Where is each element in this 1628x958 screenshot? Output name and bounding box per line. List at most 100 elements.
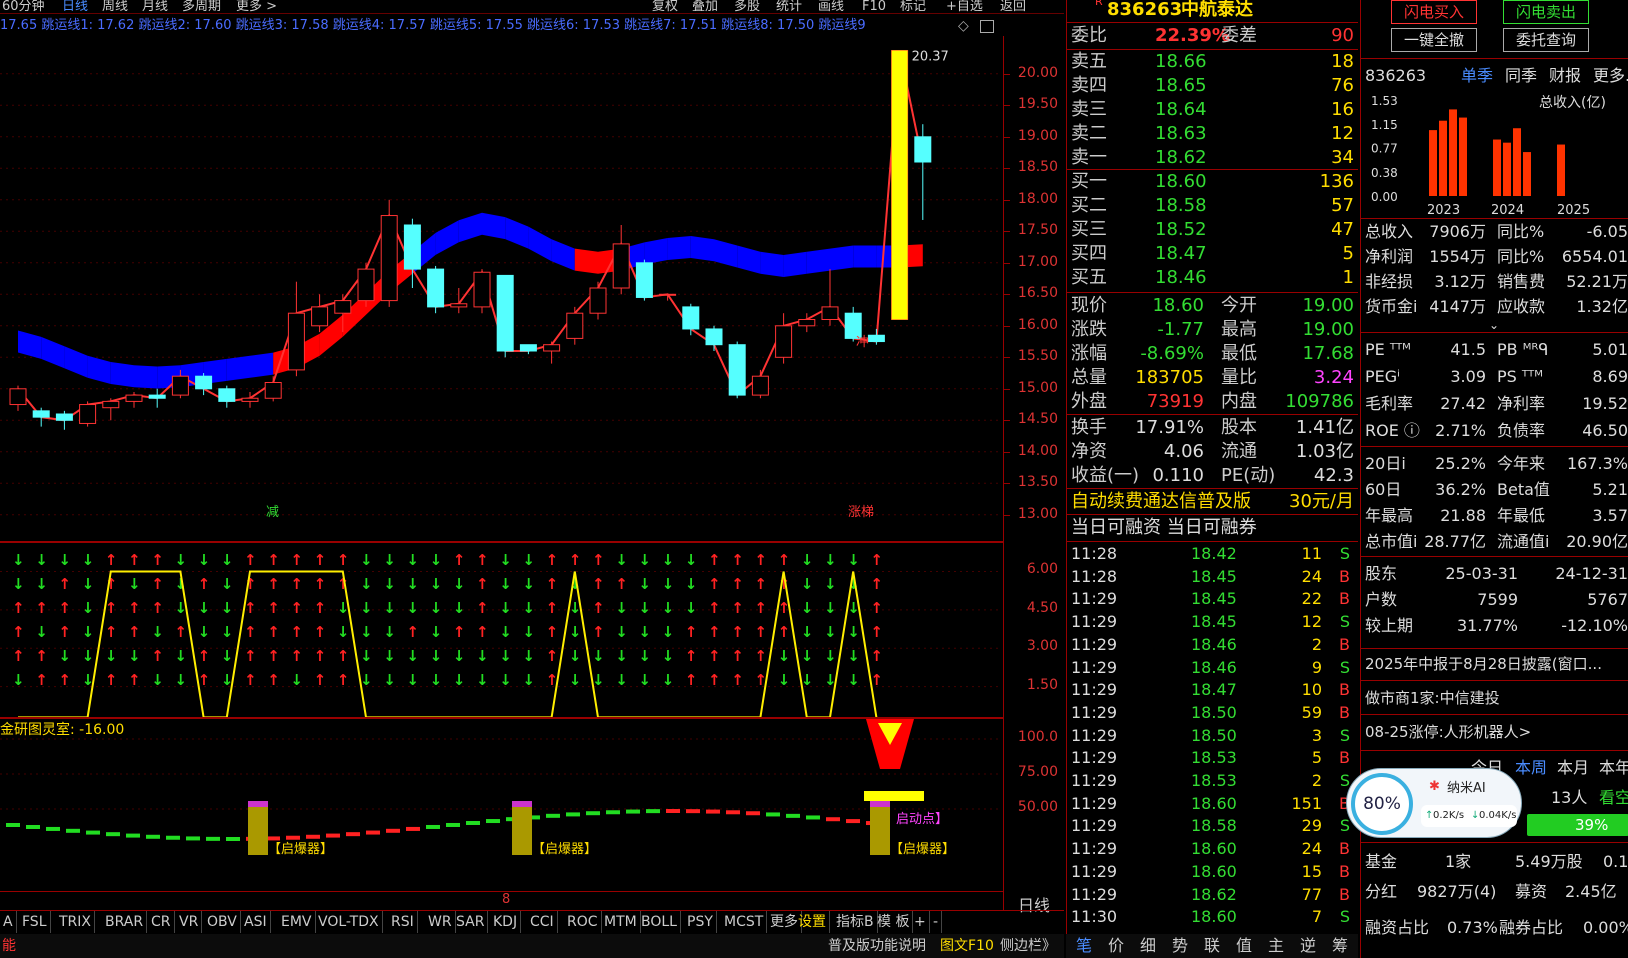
- up-arrow-icon: ↑: [406, 623, 419, 641]
- back-button[interactable]: 返回: [1000, 0, 1026, 13]
- bid-label: 买五: [1071, 267, 1107, 288]
- indicator-tab[interactable]: ASI: [241, 911, 271, 933]
- up-arrow-icon: ↑: [708, 575, 721, 593]
- indicator-tab[interactable]: VR: [176, 911, 203, 933]
- news-item-1[interactable]: 2025年中报于8月28日披露(窗口...: [1365, 652, 1628, 676]
- indicator-tab[interactable]: EMV: [278, 911, 316, 933]
- quote-tab[interactable]: 笔: [1076, 934, 1092, 958]
- indicator-tab[interactable]: OBV: [204, 911, 241, 933]
- quote-tab[interactable]: 联: [1204, 934, 1220, 958]
- lab-indicator-pane[interactable]: 【启爆器】 【启爆器】 【启爆器】 启动点】 金研图灵室: -16.00: [0, 718, 1004, 892]
- quote-tab[interactable]: 主: [1268, 934, 1284, 958]
- huaxian-button[interactable]: 画线: [818, 0, 844, 13]
- indicator-tab[interactable]: VOL-TDX: [315, 911, 383, 933]
- period-week[interactable]: 周线: [102, 0, 128, 13]
- sidebar-toggle[interactable]: 侧边栏》: [1000, 934, 1056, 958]
- indicator-tab[interactable]: FSL: [19, 911, 51, 933]
- expand-chevron-icon[interactable]: ⌄: [1489, 318, 1499, 332]
- indicator-tab[interactable]: 模 板: [874, 911, 914, 933]
- indicator-tab[interactable]: WR: [425, 911, 456, 933]
- indicator-tab[interactable]: CCI: [527, 911, 558, 933]
- indicator-tab[interactable]: MCST: [721, 911, 768, 933]
- help-link[interactable]: 普及版功能说明: [828, 934, 926, 958]
- indicator-tab[interactable]: TRIX: [56, 911, 95, 933]
- network-speed-widget[interactable]: 80% ✱ 纳米AI ↑ 0.2K/s ↓ 0.04K/s: [1346, 768, 1522, 838]
- up-arrow-icon: ↑: [12, 647, 25, 665]
- down-arrow-icon: ↓: [174, 551, 187, 569]
- tick-price: 18.60: [1191, 861, 1237, 881]
- period-this-year[interactable]: 本年: [1599, 756, 1628, 780]
- indicator-tab[interactable]: BOLL: [638, 911, 681, 933]
- revenue-year-label: 2023: [1427, 203, 1460, 218]
- period-multi[interactable]: 多周期: [182, 0, 221, 13]
- indicator-tab[interactable]: 指标B: [833, 911, 878, 933]
- period-day[interactable]: 日线: [62, 0, 88, 13]
- tab-danji[interactable]: 单季: [1461, 64, 1493, 88]
- kline-pane[interactable]: 20.37 减 涨梯 冲: [0, 36, 1004, 542]
- down-arrow-icon: ↓: [360, 623, 373, 641]
- tab-more[interactable]: 更多...: [1593, 64, 1628, 88]
- period-this-week[interactable]: 本周: [1515, 756, 1547, 780]
- add-watchlist-button[interactable]: +自选: [946, 0, 983, 13]
- cancel-all-button[interactable]: 一键全撤: [1391, 28, 1477, 52]
- diamond-icon[interactable]: ◇: [958, 18, 969, 34]
- duogu-button[interactable]: 多股: [734, 0, 760, 13]
- f10-button[interactable]: F10: [862, 0, 886, 13]
- biaoji-button[interactable]: 标记: [900, 0, 926, 13]
- ma-band-segment: [41, 336, 65, 369]
- down-arrow-icon: ↓: [778, 671, 791, 689]
- indicator-tab[interactable]: CR: [148, 911, 175, 933]
- tab-tongji[interactable]: 同季: [1505, 64, 1537, 88]
- ma-band-segment: [690, 236, 714, 262]
- down-arrow-icon: ↓: [824, 623, 837, 641]
- ad-price[interactable]: 30元/月: [1289, 490, 1354, 514]
- indicator-tab[interactable]: SAR: [453, 911, 489, 933]
- tick-volume: 24: [1301, 566, 1322, 586]
- quote-tab[interactable]: 价: [1108, 934, 1124, 958]
- indicator-tab[interactable]: +: [911, 911, 930, 933]
- flash-sell-button[interactable]: 闪电卖出: [1503, 0, 1589, 24]
- tick-row: 11:29 18.45 12 S: [1071, 611, 1354, 633]
- up-arrow-icon: ↑: [128, 599, 141, 617]
- f10-link[interactable]: 图文F10: [940, 934, 994, 958]
- indicator-tab[interactable]: PSY: [684, 911, 717, 933]
- candle-body: [102, 400, 120, 409]
- up-arrow-icon: ↑: [731, 671, 744, 689]
- fuquan-button[interactable]: 复权: [652, 0, 678, 13]
- diejia-button[interactable]: 叠加: [692, 0, 718, 13]
- trend-segment: [746, 811, 760, 816]
- ad-text[interactable]: 自动续费通达信普及版: [1071, 490, 1251, 514]
- indicator-tab[interactable]: RSI: [388, 911, 418, 933]
- order-query-button[interactable]: 委托查询: [1503, 28, 1589, 52]
- holder-value: -12.10%: [1561, 616, 1628, 635]
- indicator-tab[interactable]: MTM: [601, 911, 641, 933]
- indicator-tab[interactable]: ROC: [564, 911, 602, 933]
- tick-volume: 22: [1301, 589, 1322, 609]
- trend-segment: [146, 834, 160, 839]
- tick-time: 11:29: [1071, 657, 1118, 677]
- panel-icon[interactable]: [980, 20, 994, 33]
- down-arrow-icon: ↓: [383, 623, 396, 641]
- dividend-label: 分红: [1365, 882, 1398, 901]
- indicator-tab[interactable]: A: [0, 911, 17, 933]
- period-60min[interactable]: 60分钟: [2, 0, 45, 13]
- period-more[interactable]: 更多 >: [236, 0, 277, 13]
- quote-tab[interactable]: 值: [1236, 934, 1252, 958]
- tongji-button[interactable]: 统计: [776, 0, 802, 13]
- news-item-2[interactable]: 做市商1家:中信建投: [1365, 686, 1628, 710]
- indicator-tab[interactable]: BRAR: [102, 911, 148, 933]
- indicator-tab[interactable]: 设置: [795, 911, 830, 933]
- indicator-tab[interactable]: -: [930, 911, 943, 933]
- arrow-indicator-pane[interactable]: ↓ ↓ ↑ ↑ ↑ ↓ ↓ ↓ ↑ ↓ ↑ ↑ ↓ ↑ ↑ ↑ ↓ ↑ ↓ ↓ ↓ ↓ ↓ ↓ ↑ ↑ ↑ ↑ ↓ ↑ ↑ ↓ ↑ ↑ ↓ ↑ ↑ ↑ ↑ ↓…: [0, 542, 1004, 718]
- flash-buy-button[interactable]: 闪电买入: [1391, 0, 1477, 24]
- period-this-month[interactable]: 本月: [1557, 756, 1589, 780]
- period-month[interactable]: 月线: [142, 0, 168, 13]
- quote-tab[interactable]: 细: [1140, 934, 1156, 958]
- tab-caibao[interactable]: 财报: [1549, 64, 1581, 88]
- indicator-tab[interactable]: KDJ: [490, 911, 522, 933]
- quote-tab[interactable]: 势: [1172, 934, 1188, 958]
- news-item-3[interactable]: 08-25涨停:人形机器人>: [1365, 720, 1628, 744]
- quote-tab[interactable]: 逆: [1300, 934, 1316, 958]
- tick-row: 11:29 18.50 59 B: [1071, 702, 1354, 724]
- quote-tab[interactable]: 筹: [1332, 934, 1348, 958]
